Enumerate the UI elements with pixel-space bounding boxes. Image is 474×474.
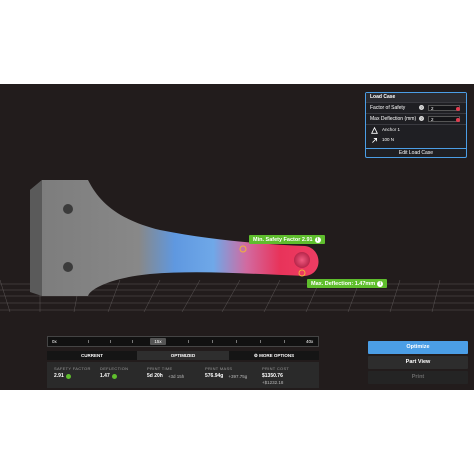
result-tabs: CURRENT OPTIMIZED ⚙ MORE OPTIONS: [47, 351, 319, 360]
force-item[interactable]: 100 N: [366, 135, 466, 145]
stat-label: PRINT TIME: [147, 366, 173, 371]
stat-delta: +397.75g: [228, 373, 248, 379]
stat-value: $1350.76: [262, 373, 283, 379]
status-dot-icon: [456, 117, 460, 122]
stat-deflection: DEFLECTION 1.47: [100, 366, 128, 379]
stat-value: 2.91: [54, 373, 64, 379]
force-label: 100 N: [382, 137, 395, 142]
deflection-callout-text: Max. Deflection: 1.47mm: [311, 280, 376, 287]
max-deflection-row: Max Deflection (mm) ? 2: [366, 114, 466, 125]
stat-value: 576.94g: [205, 373, 224, 379]
anchor-item[interactable]: Anchor 1: [366, 125, 466, 135]
timeline-thumb[interactable]: 15x: [150, 338, 166, 345]
anchor-triangle-icon: [371, 127, 378, 134]
anchor-label: Anchor 1: [382, 127, 401, 132]
part-view-button[interactable]: Part View: [368, 356, 468, 369]
help-icon[interactable]: ?: [419, 105, 424, 110]
safety-factor-callout: Min. Safety Factor 2.91 i: [249, 235, 325, 244]
load-case-panel: Load Case Factor of Safety ? 2 Max Defle…: [365, 92, 467, 158]
tab-more-options[interactable]: ⚙ MORE OPTIONS: [229, 351, 319, 360]
print-button[interactable]: Print: [368, 371, 468, 384]
max-deflection-label: Max Deflection (mm): [370, 116, 417, 122]
timeline-tick: [88, 340, 89, 343]
tab-optimized[interactable]: OPTIMIZED: [137, 351, 229, 360]
deflection-callout: Max. Deflection: 1.47mm i: [307, 279, 388, 288]
timeline-tick: [132, 340, 133, 343]
stat-label: SAFETY FACTOR: [54, 366, 91, 371]
stat-delta: +3d 15h: [167, 373, 185, 379]
stat-print-cost: PRINT COST $1350.76 +$1232.18: [262, 366, 289, 385]
optimize-button[interactable]: Optimize: [368, 341, 468, 354]
status-dot-icon: [456, 106, 460, 111]
stat-value-row: 1.47: [100, 373, 128, 379]
load-hole: [294, 252, 310, 268]
stat-value-row: $1350.76 +$1232.18: [262, 373, 289, 385]
mount-hole-bottom: [63, 262, 73, 272]
timeline-tick: [284, 340, 285, 343]
part-front-face: [30, 180, 42, 296]
tab-current[interactable]: CURRENT: [47, 351, 137, 360]
stat-value-row: 5d 20h +3d 15h: [147, 373, 184, 379]
more-options-label: MORE OPTIONS: [259, 353, 295, 358]
edit-load-case-button[interactable]: Edit Load Case: [366, 148, 466, 157]
stat-value: 5d 20h: [147, 373, 163, 379]
mount-hole-top: [63, 204, 73, 214]
stats-panel: SAFETY FACTOR 2.91 DEFLECTION 1.47 PRINT…: [47, 362, 319, 388]
stat-label: PRINT MASS: [205, 366, 233, 371]
stat-value-row: 2.91: [54, 373, 91, 379]
info-icon: i: [377, 280, 384, 287]
factor-of-safety-label: Factor of Safety: [370, 105, 406, 111]
timeline-tick: [236, 340, 237, 343]
factor-of-safety-row: Factor of Safety ? 2: [366, 103, 466, 114]
timeline-end-label: 40x: [306, 339, 314, 344]
stat-safety-factor: SAFETY FACTOR 2.91: [54, 366, 91, 379]
stat-delta: +$1232.18: [262, 380, 284, 385]
stat-label: DEFLECTION: [100, 366, 129, 371]
timeline-tick: [212, 340, 213, 343]
load-case-title: Load Case: [366, 93, 466, 103]
force-arrow-icon: [372, 137, 378, 143]
iteration-slider[interactable]: 0x 15x 40x: [47, 336, 319, 347]
stat-value-row: 576.94g +397.75g: [205, 373, 247, 379]
check-icon: [65, 373, 71, 379]
info-icon: i: [314, 236, 321, 243]
check-icon: [111, 373, 117, 379]
timeline-tick: [260, 340, 261, 343]
timeline-tick: [110, 340, 111, 343]
safety-callout-text: Min. Safety Factor 2.91: [253, 236, 313, 243]
timeline-tick: [188, 340, 189, 343]
stat-print-time: PRINT TIME 5d 20h +3d 15h: [147, 366, 184, 379]
help-icon[interactable]: ?: [419, 116, 424, 121]
timeline-start-label: 0x: [52, 339, 57, 344]
stat-label: PRINT COST: [262, 366, 290, 371]
stat-value: 1.47: [100, 373, 110, 379]
stat-print-mass: PRINT MASS 576.94g +397.75g: [205, 366, 247, 379]
